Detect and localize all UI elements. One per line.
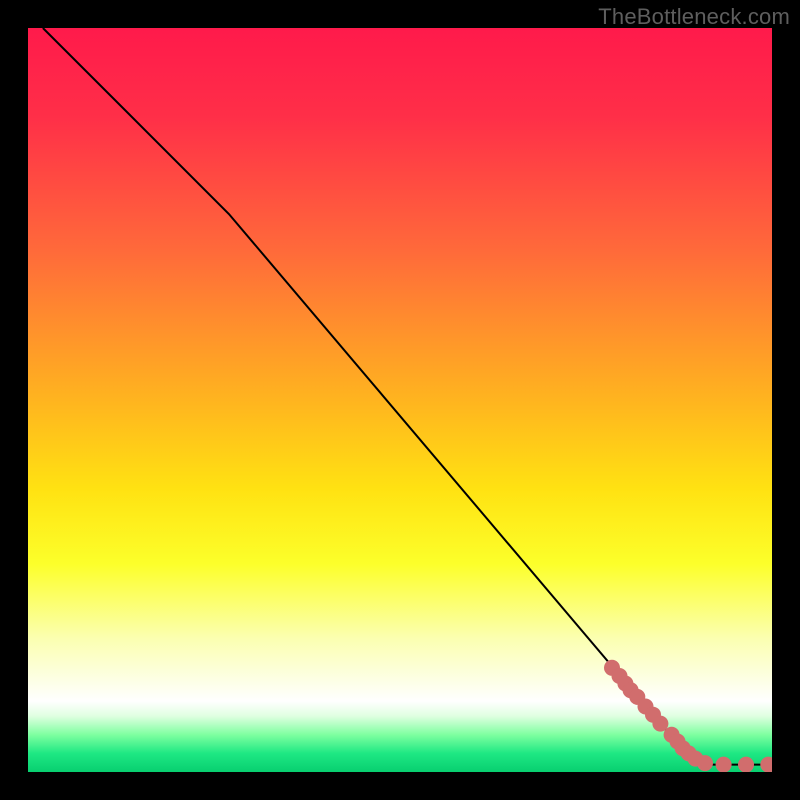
- scatter-dot: [738, 757, 754, 772]
- gradient-background: [28, 28, 772, 772]
- scatter-dot: [697, 755, 713, 771]
- watermark-label: TheBottleneck.com: [598, 4, 790, 30]
- scatter-dot: [716, 757, 732, 772]
- plot-area: [28, 28, 772, 772]
- chart-stage: TheBottleneck.com: [0, 0, 800, 800]
- plot-svg: [28, 28, 772, 772]
